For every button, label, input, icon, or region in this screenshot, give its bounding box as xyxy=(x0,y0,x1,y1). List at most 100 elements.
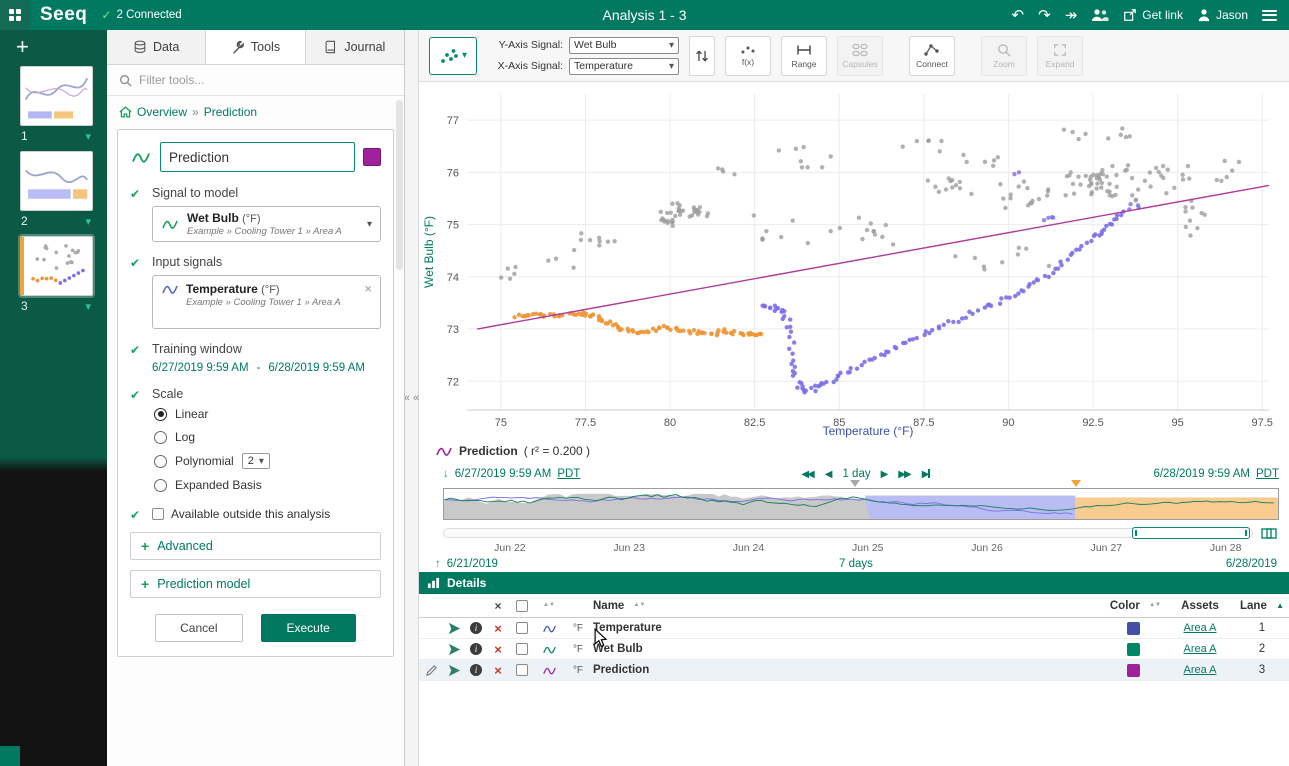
radio-icon[interactable] xyxy=(154,479,167,492)
remove-signal-icon[interactable]: × xyxy=(364,282,372,295)
tab-journal[interactable]: Journal xyxy=(306,30,404,64)
get-link-button[interactable]: Get link xyxy=(1123,8,1183,22)
new-worksheet-button[interactable]: + xyxy=(0,30,107,60)
info-icon[interactable]: i xyxy=(470,664,482,676)
edit-icon[interactable] xyxy=(425,664,438,677)
chevron-down-icon[interactable]: ▾ xyxy=(85,300,91,313)
time-scrollbar-track[interactable] xyxy=(443,528,1253,538)
display-start-date[interactable]: 6/27/2019 9:59 AM xyxy=(455,468,552,480)
column-color[interactable]: Color xyxy=(1110,600,1140,612)
row-name[interactable]: Prediction xyxy=(593,660,1101,680)
select-all-checkbox[interactable] xyxy=(516,600,528,612)
row-checkbox[interactable] xyxy=(516,622,528,634)
worksheet-thumbnail-2[interactable]: 2▾ xyxy=(20,151,93,228)
range-duration-label[interactable]: 7 days xyxy=(655,558,1057,570)
execute-button[interactable]: Execute xyxy=(261,614,356,642)
panel-splitter[interactable]: «« xyxy=(405,30,419,766)
app-switcher-button[interactable] xyxy=(0,0,30,30)
sort-type-icon[interactable]: ▲▼ xyxy=(543,603,555,608)
scatterplot-view-button[interactable]: ▾ xyxy=(429,37,477,75)
prediction-model-section-toggle[interactable]: + Prediction model xyxy=(130,570,381,598)
timebar-strip[interactable] xyxy=(443,488,1279,520)
step-size-label[interactable]: 1 day xyxy=(842,468,870,480)
color-swatch[interactable] xyxy=(1127,664,1140,677)
signal-to-model-select[interactable]: Wet Bulb (°F) Example » Cooling Tower 1 … xyxy=(152,206,381,242)
scale-option-expanded-basis[interactable]: Expanded Basis xyxy=(154,478,381,492)
details-row-prediction[interactable]: i×°FPredictionArea A3 xyxy=(419,660,1289,681)
tab-data[interactable]: Data xyxy=(107,30,206,64)
chevron-down-icon[interactable]: ▾ xyxy=(85,130,91,143)
legend-name[interactable]: Prediction xyxy=(459,444,518,458)
details-panel-header[interactable]: Details xyxy=(419,572,1289,594)
connect-button[interactable]: Connect xyxy=(909,36,955,76)
color-swatch[interactable] xyxy=(1127,643,1140,656)
row-name[interactable]: Wet Bulb xyxy=(593,639,1101,659)
tool-name-input[interactable] xyxy=(160,142,355,172)
time-scrollbar-handle[interactable] xyxy=(1132,527,1250,539)
scale-option-linear[interactable]: Linear xyxy=(154,407,381,421)
remove-icon[interactable]: × xyxy=(487,660,509,680)
timebar-region-marker[interactable] xyxy=(1071,480,1081,492)
info-icon[interactable]: i xyxy=(470,622,482,634)
home-icon[interactable] xyxy=(119,106,132,118)
remove-icon[interactable]: × xyxy=(487,639,509,659)
details-row-temperature[interactable]: i×°FTemperatureArea A1 xyxy=(419,618,1289,639)
connection-status[interactable]: ✓ 2 Connected xyxy=(101,8,181,22)
swap-axes-button[interactable] xyxy=(689,36,715,76)
display-end-date[interactable]: 6/28/2019 9:59 AM xyxy=(1153,468,1250,480)
redo-all-icon[interactable]: ↠ xyxy=(1065,8,1078,23)
column-lane[interactable]: Lane xyxy=(1240,600,1267,612)
range-button[interactable]: Range xyxy=(781,36,827,76)
fx-button[interactable]: f(x) xyxy=(725,36,771,76)
scatter-chart-canvas[interactable]: 7577.58082.58587.59092.59597.57273747576… xyxy=(419,82,1289,440)
remove-all-icon[interactable]: × xyxy=(487,594,509,617)
input-signals-box[interactable]: Temperature (°F)Example » Cooling Tower … xyxy=(152,275,381,329)
asset-link[interactable]: Area A xyxy=(1183,664,1216,676)
sort-color-icon[interactable]: ▲▼ xyxy=(1149,603,1161,608)
scale-option-log[interactable]: Log xyxy=(154,430,381,444)
step-back-half-icon[interactable]: ◀◀ xyxy=(801,469,814,480)
advanced-section-toggle[interactable]: + Advanced xyxy=(130,532,381,560)
step-to-end-icon[interactable]: ▶ xyxy=(922,469,933,480)
radio-icon[interactable] xyxy=(154,431,167,444)
auto-update-button[interactable] xyxy=(1259,526,1279,540)
step-forward-half-icon[interactable]: ▶▶ xyxy=(898,469,911,480)
row-name[interactable]: Temperature xyxy=(593,618,1101,638)
row-checkbox[interactable] xyxy=(516,643,528,655)
step-back-icon[interactable]: ◀ xyxy=(825,469,833,480)
users-icon[interactable] xyxy=(1091,8,1109,22)
color-swatch[interactable] xyxy=(1127,622,1140,635)
step-forward-icon[interactable]: ▶ xyxy=(881,469,889,480)
color-picker-button[interactable] xyxy=(363,148,381,166)
archive-start-date[interactable]: 6/21/2019 xyxy=(447,558,498,570)
details-row-wet-bulb[interactable]: i×°FWet BulbArea A2 xyxy=(419,639,1289,660)
filter-tools-input[interactable] xyxy=(139,73,339,87)
timebar-strip-canvas[interactable] xyxy=(443,488,1279,520)
user-menu[interactable]: Jason xyxy=(1197,8,1248,22)
worksheet-thumbnail-3[interactable]: 3▾ xyxy=(20,236,93,313)
expand-range-icon[interactable]: ↑ xyxy=(435,558,441,570)
timezone-link[interactable]: PDT xyxy=(557,468,580,480)
panel-scrollbar[interactable] xyxy=(396,100,403,270)
training-start[interactable]: 6/27/2019 9:59 AM xyxy=(152,362,249,374)
chevron-down-icon[interactable]: ▾ xyxy=(85,215,91,228)
training-end[interactable]: 6/28/2019 9:59 AM xyxy=(268,362,365,374)
asset-link[interactable]: Area A xyxy=(1183,643,1216,655)
scale-option-polynomial[interactable]: Polynomial2▾ xyxy=(154,453,381,469)
asset-link[interactable]: Area A xyxy=(1183,622,1216,634)
timezone-link-end[interactable]: PDT xyxy=(1256,468,1279,480)
polynomial-order-select[interactable]: 2▾ xyxy=(242,453,270,469)
sort-lane-icon[interactable]: ▲ xyxy=(1276,601,1284,610)
undo-icon[interactable]: ↶ xyxy=(1012,8,1025,23)
sort-name-icon[interactable]: ▲▼ xyxy=(634,603,646,608)
info-icon[interactable]: i xyxy=(470,643,482,655)
radio-icon[interactable] xyxy=(154,408,167,421)
tab-tools[interactable]: Tools xyxy=(206,30,305,64)
timebar-region-marker[interactable] xyxy=(850,480,860,492)
column-assets[interactable]: Assets xyxy=(1165,594,1235,617)
send-to-trend-icon[interactable] xyxy=(448,643,461,656)
redo-icon[interactable]: ↷ xyxy=(1038,8,1051,23)
investigate-range-icon[interactable]: ↓ xyxy=(443,468,449,480)
hamburger-menu-icon[interactable] xyxy=(1262,10,1277,21)
send-to-trend-icon[interactable] xyxy=(448,622,461,635)
